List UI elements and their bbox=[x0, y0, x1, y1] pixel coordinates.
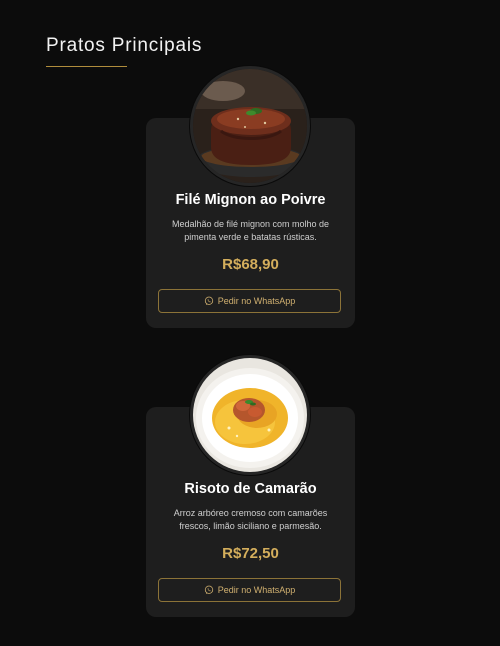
steak-photo bbox=[190, 66, 310, 186]
order-button-label: Pedir no WhatsApp bbox=[217, 585, 296, 595]
dish-description: Medalhão de filé mignon com molho de pim… bbox=[171, 219, 330, 242]
dish-description: Arroz arbóreo cremoso com camarões fresc… bbox=[173, 508, 328, 531]
whatsapp-icon bbox=[204, 585, 213, 594]
title-underline bbox=[46, 66, 127, 67]
order-button-label: Pedir no WhatsApp bbox=[217, 296, 296, 306]
order-whatsapp-button[interactable]: Pedir no WhatsApp bbox=[158, 289, 341, 313]
whatsapp-icon bbox=[204, 296, 213, 305]
risotto-photo bbox=[190, 355, 310, 475]
dish-name: Filé Mignon ao Poivre bbox=[175, 192, 326, 208]
order-whatsapp-button[interactable]: Pedir no WhatsApp bbox=[158, 578, 341, 602]
dish-price: R$68,90 bbox=[222, 256, 279, 273]
section-title: Pratos Principais bbox=[46, 35, 203, 56]
dish-price: R$72,50 bbox=[222, 545, 279, 562]
dish-name: Risoto de Camarão bbox=[184, 481, 317, 497]
